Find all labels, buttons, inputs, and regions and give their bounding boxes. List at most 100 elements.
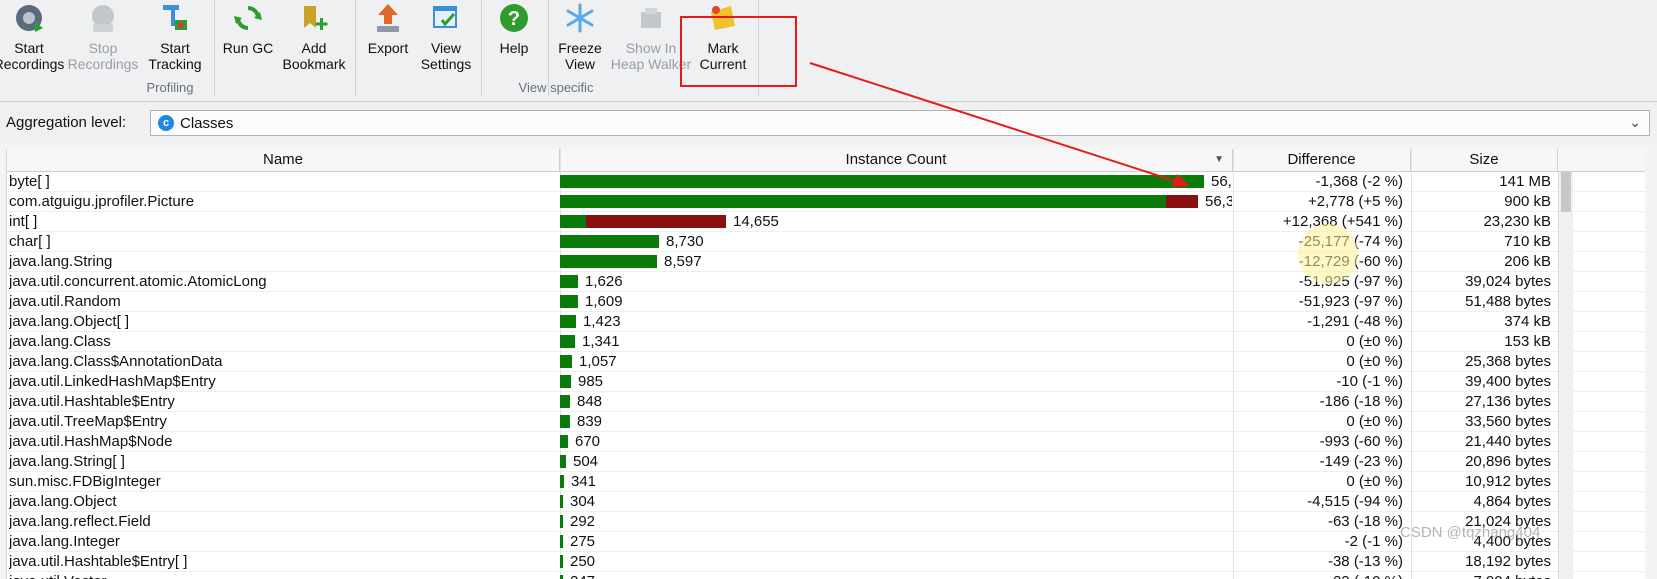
- help-button[interactable]: ? Help: [486, 0, 542, 78]
- sort-descending-icon: ▼: [1214, 154, 1224, 165]
- table-row[interactable]: java.lang.Object 304 -4,515 (-94 %) 4,864 b…: [7, 492, 1645, 512]
- group-label-view-specific: View specific: [518, 80, 594, 95]
- instance-count-bar: [560, 255, 657, 268]
- table-row[interactable]: java.lang.String[ ] 504 -149 (-23 %) 20,896…: [7, 452, 1645, 472]
- group-label-profiling: Profiling: [146, 80, 194, 95]
- run-gc-button[interactable]: Run GC: [218, 0, 278, 78]
- instance-count-value: 1,341: [582, 333, 620, 350]
- class-name-cell: byte[ ]: [9, 173, 50, 190]
- column-header-diff-label: Difference: [1287, 151, 1356, 168]
- table-row[interactable]: java.lang.Class 1,341 0 (±0 %) 153 kB: [7, 332, 1645, 352]
- column-header-name[interactable]: Name: [7, 149, 560, 171]
- class-name-cell: java.util.Hashtable$Entry: [9, 393, 175, 410]
- difference-cell: -51,923 (-97 %): [1298, 293, 1403, 310]
- table-row[interactable]: byte[ ] 56,852 -1,368 (-2 %) 141 MB: [7, 172, 1645, 192]
- size-cell: 141 MB: [1499, 173, 1551, 190]
- instance-count-cell: 292: [560, 512, 1232, 531]
- instance-count-value: 247: [570, 572, 595, 579]
- class-name-cell: java.util.Vector: [9, 572, 559, 579]
- instance-count-cell: 670: [560, 432, 1232, 451]
- instance-count-value: 250: [570, 553, 596, 570]
- start-tracking-button[interactable]: Start Tracking: [140, 0, 210, 78]
- freeze-view-button[interactable]: Freeze View: [551, 0, 609, 78]
- table-row[interactable]: java.util.TreeMap$Entry 839 0 (±0 %) 33,560…: [7, 412, 1645, 432]
- difference-cell: -149 (-23 %): [1319, 453, 1403, 470]
- instance-increase-bar: [586, 215, 726, 228]
- instance-count-cell: 504: [560, 452, 1232, 471]
- instance-count-value: 304: [570, 493, 596, 510]
- instance-count-cell: 848: [560, 392, 1232, 411]
- class-name-cell: java.util.Hashtable$Entry[ ]: [9, 553, 188, 570]
- size-cell: 39,400 bytes: [1465, 373, 1551, 390]
- stop-recordings-icon: [92, 5, 114, 32]
- aggregation-level-label: Aggregation level:: [6, 114, 127, 131]
- aggregation-level-value: Classes: [180, 115, 234, 132]
- table-row[interactable]: java.util.Hashtable$Entry 848 -186 (-18 %)…: [7, 392, 1645, 412]
- view-settings-icon: [433, 6, 457, 28]
- table-row[interactable]: char[ ]8,730-25,177 (-74 %)710 kB: [7, 232, 1645, 252]
- instance-count-value: 670: [575, 433, 601, 450]
- instance-count-cell: 8,730: [560, 232, 1232, 251]
- class-name-cell: java.lang.String[ ]: [9, 453, 125, 470]
- scrollbar-thumb[interactable]: [1561, 172, 1571, 212]
- start-recordings-button[interactable]: Start Recordings: [0, 0, 64, 78]
- table-row[interactable]: java.util.Random 1,609 -51,923 (-97 %) 51,4…: [7, 292, 1645, 312]
- aggregation-bar: Aggregation level: c Classes ⌄: [0, 102, 1657, 144]
- instance-count-value: 839: [577, 413, 603, 430]
- table-row[interactable]: java.util.Vector 247 -22 (-10 %)7,904 byte…: [7, 572, 1645, 579]
- table-row[interactable]: int[ ] 14,655 +12,368 (+541 %) 23,230 kB: [7, 212, 1645, 232]
- export-button[interactable]: Export: [360, 0, 416, 78]
- help-icon: ?: [500, 4, 528, 32]
- difference-cell: -186 (-18 %): [1319, 393, 1403, 410]
- difference-cell: +2,778 (+5 %): [1307, 193, 1403, 210]
- table-row[interactable]: java.util.Hashtable$Entry[ ] 250 -38 (-13 …: [7, 552, 1645, 572]
- instance-count-value: 341: [571, 473, 597, 490]
- table-row[interactable]: com.atguigu.jprofiler.Picture 56,309 +2,77…: [7, 192, 1645, 212]
- instance-count-cell: 247: [560, 572, 1232, 579]
- stop-recordings-button[interactable]: Stop Recordings: [68, 0, 138, 78]
- view-settings-label: View Settings: [420, 40, 472, 72]
- difference-cell: -2 (-1 %): [1344, 533, 1403, 550]
- instance-count-value: 292: [570, 513, 596, 530]
- table-body: byte[ ] 56,852 -1,368 (-2 %) 141 MB com.atgu…: [7, 172, 1645, 579]
- table-row[interactable]: java.util.LinkedHashMap$Entry 985 -10 (-1 …: [7, 372, 1645, 392]
- difference-cell: 0 (±0 %): [1346, 413, 1403, 430]
- instance-count-cell: 8,597: [560, 252, 1232, 271]
- class-name-cell: java.lang.Object: [9, 493, 117, 510]
- table-row[interactable]: java.lang.Class$AnnotationData 1,057 0 (±0…: [7, 352, 1645, 372]
- instance-count-bar: [560, 435, 568, 448]
- table-row[interactable]: java.util.HashMap$Node 670 -993 (-60 %) 21,…: [7, 432, 1645, 452]
- column-header-size[interactable]: Size: [1411, 149, 1558, 171]
- column-header-difference[interactable]: Difference: [1233, 149, 1411, 171]
- class-icon: c: [158, 115, 174, 131]
- table-row[interactable]: java.util.concurrent.atomic.AtomicLong 1,…: [7, 272, 1645, 292]
- add-bookmark-label: Add Bookmark: [282, 40, 346, 72]
- stop-recordings-label: Stop Recordings: [67, 40, 139, 72]
- column-header-instance-count[interactable]: Instance Count ▼: [560, 149, 1233, 171]
- table-row[interactable]: java.lang.Object[ ] 1,423 -1,291 (-48 %) 37…: [7, 312, 1645, 332]
- size-cell: 4,864 bytes: [1473, 493, 1551, 510]
- size-cell: 51,488 bytes: [1465, 293, 1551, 310]
- start-tracking-icon: [163, 5, 187, 30]
- instance-count-cell: 304: [560, 492, 1232, 511]
- size-cell: 33,560 bytes: [1465, 413, 1551, 430]
- difference-cell: 0 (±0 %): [1346, 473, 1403, 490]
- vertical-scrollbar[interactable]: [1558, 172, 1573, 579]
- add-bookmark-button[interactable]: Add Bookmark: [279, 0, 349, 78]
- table-row[interactable]: java.lang.String8,597-12,729 (-60 %)206 …: [7, 252, 1645, 272]
- class-name-cell: java.lang.String: [9, 253, 113, 270]
- table-row[interactable]: sun.misc.FDBigInteger 341 0 (±0 %) 10,912 b…: [7, 472, 1645, 492]
- size-cell: 20,896 bytes: [1465, 453, 1551, 470]
- size-cell: 27,136 bytes: [1465, 393, 1551, 410]
- instance-count-cell: 985: [560, 372, 1232, 391]
- instance-count-bar: [560, 475, 564, 488]
- instance-count-cell: 1,626: [560, 272, 1232, 291]
- instance-count-bar: [560, 335, 575, 348]
- instance-count-bar: [560, 295, 578, 308]
- instance-count-bar: [560, 575, 563, 579]
- size-cell: 153 kB: [1504, 333, 1551, 350]
- class-name-cell: com.atguigu.jprofiler.Picture: [9, 193, 195, 210]
- instance-count-bar: [560, 555, 563, 568]
- aggregation-level-dropdown[interactable]: c Classes ⌄: [150, 110, 1650, 136]
- view-settings-button[interactable]: View Settings: [418, 0, 474, 78]
